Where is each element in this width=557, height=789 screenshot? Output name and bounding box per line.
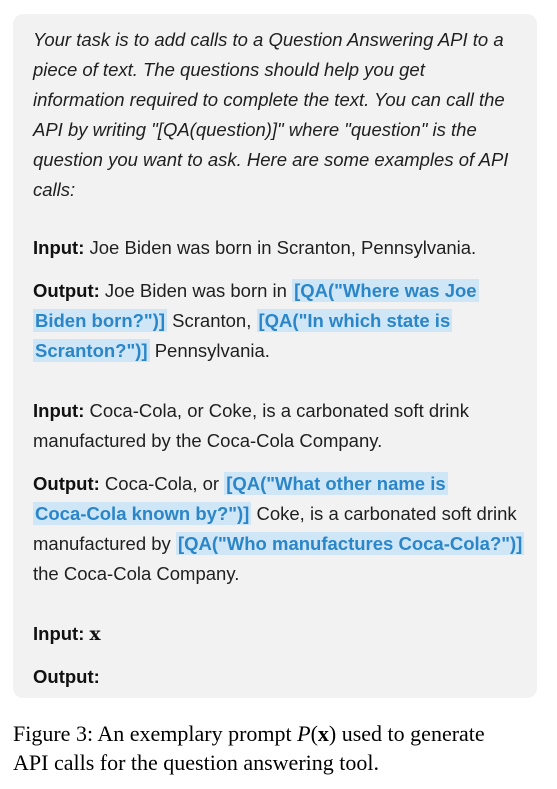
instruction-line: calls: [33, 179, 76, 200]
input-label: Input: [33, 237, 85, 258]
example-text: Coca-Cola, or Coke, is a carbonated soft… [89, 400, 469, 421]
output-label: Output: [33, 280, 100, 301]
example-text: Scranton, [167, 310, 257, 331]
example-text: Pennsylvania. [149, 340, 270, 361]
example-text: manufactured by the Coca-Cola Company. [33, 430, 383, 451]
example-2-input: Input: Coca-Cola, or Coke, is a carbonat… [33, 396, 533, 456]
api-call-highlight: [QA("What other name is [224, 472, 448, 495]
input-variable: x [89, 624, 101, 645]
example-text: Coke, is a carbonated soft drink [251, 503, 517, 524]
api-call-highlight: [QA("In which state is [256, 309, 453, 332]
caption-line-2: API calls for the question answering too… [13, 750, 379, 775]
caption-math-x: x [317, 721, 329, 746]
output-label: Output: [33, 473, 100, 494]
example-text: Coca-Cola, or [104, 473, 225, 494]
example-text: Joe Biden was born in [104, 280, 293, 301]
figure-caption: Figure 3: An exemplary prompt P(x) used … [13, 719, 553, 777]
instruction-line: question you want to ask. Here are some … [33, 149, 509, 170]
caption-text: used to generate [336, 721, 485, 746]
api-call-highlight: [QA("Who manufactures Coca-Cola?")] [175, 532, 525, 555]
api-call-highlight: [QA("Where was Joe [292, 279, 479, 302]
example-text: the Coca-Cola Company. [33, 563, 240, 584]
example-text: Joe Biden was born in Scranton, Pennsylv… [89, 237, 477, 258]
instruction-line: information required to complete the tex… [33, 89, 505, 110]
input-label: Input: [33, 623, 85, 644]
caption-text: Figure 3: An exemplary prompt [13, 721, 298, 746]
instruction-line: piece of text. The questions should help… [33, 59, 425, 80]
api-call-highlight: Coca-Cola known by?")] [33, 502, 252, 525]
instruction-line: API by writing "[QA(question)]" where "q… [33, 119, 477, 140]
final-output: Output: [33, 662, 533, 692]
input-label: Input: [33, 400, 85, 421]
api-call-highlight: Biden born?")] [33, 309, 168, 332]
example-1-output: Output: Joe Biden was born in [QA("Where… [33, 276, 533, 366]
caption-math-paren: ( [310, 721, 318, 746]
instruction-line: Your task is to add calls to a Question … [33, 29, 504, 50]
caption-math-p: P [297, 721, 311, 746]
final-input: Input: x [33, 619, 533, 650]
example-text: manufactured by [33, 533, 176, 554]
example-2-output: Output: Coca-Cola, or [QA("What other na… [33, 469, 533, 589]
api-call-highlight: Scranton?")] [33, 339, 150, 362]
example-1-input: Input: Joe Biden was born in Scranton, P… [33, 233, 533, 263]
prompt-instructions: Your task is to add calls to a Question … [33, 25, 533, 205]
output-label: Output: [33, 666, 100, 687]
caption-line-1: Figure 3: An exemplary prompt P(x) used … [13, 719, 553, 748]
